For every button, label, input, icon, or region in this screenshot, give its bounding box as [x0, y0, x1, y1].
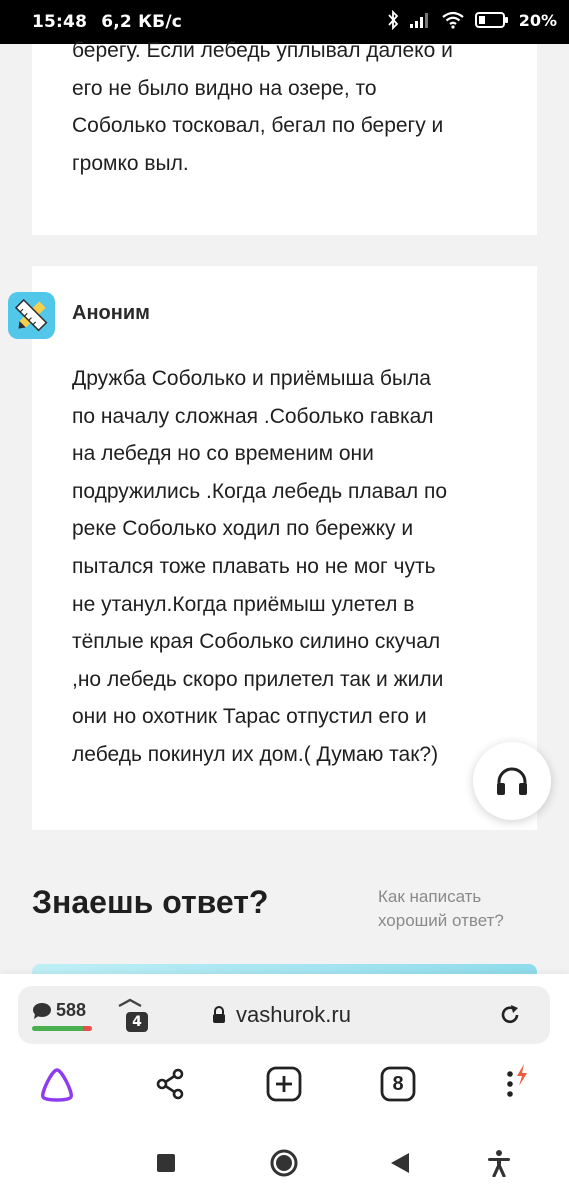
url-text: vashurok.ru: [236, 1002, 351, 1027]
shield-badge: 4: [132, 1014, 142, 1030]
text-line: тёплые края Соболько силино скучал: [72, 630, 441, 654]
tabs-count: 8: [392, 1072, 404, 1095]
how-to-write-link[interactable]: Как написать хороший ответ?: [378, 885, 504, 933]
text-line: ,но лебедь скоро прилетел так и жили: [72, 667, 444, 691]
back-button[interactable]: [385, 1148, 415, 1178]
share-icon: [156, 1068, 184, 1100]
text-line: берегу. Если лебедь уплывал далеко и: [72, 39, 453, 62]
text-line: по началу сложная .Соболько гавкал: [72, 404, 434, 428]
previous-answer-card: берегу. Если лебедь уплывал далеко и его…: [32, 39, 537, 235]
status-time: 15:48: [32, 12, 88, 32]
battery-percent: 20%: [518, 10, 557, 30]
kebab-menu-icon: [507, 1064, 527, 1097]
text-line: реке Соболько ходил по бережку и: [72, 517, 414, 541]
bolt-icon: [517, 1064, 527, 1086]
rating-bar-negative: [83, 1026, 92, 1031]
tabs-button[interactable]: 8: [378, 1064, 418, 1104]
alice-button[interactable]: [37, 1064, 77, 1104]
accessibility-icon: [488, 1150, 510, 1177]
comment-bubble-icon: [33, 1002, 51, 1019]
circle-icon: [270, 1149, 298, 1177]
address-bar[interactable]: 588 4 vashurok.ru: [18, 986, 550, 1044]
comments-counter[interactable]: 588: [32, 1000, 86, 1021]
answer-text: Дружба Соболько и приёмыша была по начал…: [72, 360, 512, 774]
text-line: пытался тоже плавать но не мог чуть: [72, 554, 436, 578]
rating-bar: [32, 1026, 92, 1031]
text-line: лебедь покинул их дом.( Думаю так?): [72, 742, 439, 766]
browser-toolbar: 8: [0, 1050, 569, 1120]
text-line: Соболько тосковал, бегал по берегу и: [72, 114, 444, 138]
lock-icon: [213, 1006, 225, 1023]
link-line: хороший ответ?: [378, 911, 504, 930]
menu-button[interactable]: [494, 1064, 534, 1104]
text-line: они но охотник Тарас отпустил его и: [72, 705, 427, 729]
text-line: Дружба Соболько и приёмыша была: [72, 367, 431, 390]
status-right: 20%: [387, 10, 557, 30]
wifi-icon: [442, 11, 464, 29]
rating-bar-positive: [32, 1026, 83, 1031]
pencil-ruler-icon: [14, 298, 48, 332]
text-line: его не было видно на озере, то: [72, 76, 377, 100]
author-avatar[interactable]: [8, 292, 55, 339]
system-nav-bar: [0, 1124, 569, 1200]
bluetooth-icon: [388, 10, 398, 30]
home-button[interactable]: [269, 1148, 299, 1178]
comments-count: 588: [56, 1000, 87, 1020]
protect-shield-button[interactable]: 4: [116, 998, 150, 1034]
status-net-speed: 6,2 КБ/с: [101, 12, 183, 32]
plus-square-icon: [266, 1066, 302, 1102]
author-name[interactable]: Аноним: [72, 302, 150, 325]
recent-apps-button[interactable]: [151, 1148, 181, 1178]
square-icon: [157, 1154, 175, 1172]
status-left: 15:48 6,2 КБ/с: [32, 12, 190, 32]
previous-answer-text: берегу. Если лебедь уплывал далеко и его…: [72, 32, 512, 182]
alice-assistant-icon: [41, 1068, 73, 1102]
text-line: громко выл.: [72, 151, 189, 175]
know-answer-title: Знаешь ответ?: [32, 884, 269, 920]
url-display[interactable]: vashurok.ru: [212, 1002, 351, 1028]
headphones-icon: [497, 767, 527, 795]
new-tab-button[interactable]: [264, 1064, 304, 1104]
link-line: Как написать: [378, 887, 482, 906]
signal-icon: [409, 13, 428, 28]
battery-icon: [474, 12, 508, 28]
share-button[interactable]: [150, 1064, 190, 1104]
accessibility-button[interactable]: [484, 1148, 514, 1178]
text-line: не утанул.Когда приёмыш улетел в: [72, 592, 415, 616]
reload-icon[interactable]: [498, 1003, 522, 1027]
listen-button[interactable]: [473, 742, 551, 820]
browser-bottom-bar: 588 4 vashurok.ru 8: [0, 974, 569, 1124]
text-line: на лебедя но со временим они: [72, 442, 374, 466]
answer-card: Дружба Соболько и приёмыша была по начал…: [32, 266, 537, 830]
text-line: подружились .Когда лебедь плавал по: [72, 479, 448, 503]
back-triangle-icon: [391, 1153, 409, 1173]
